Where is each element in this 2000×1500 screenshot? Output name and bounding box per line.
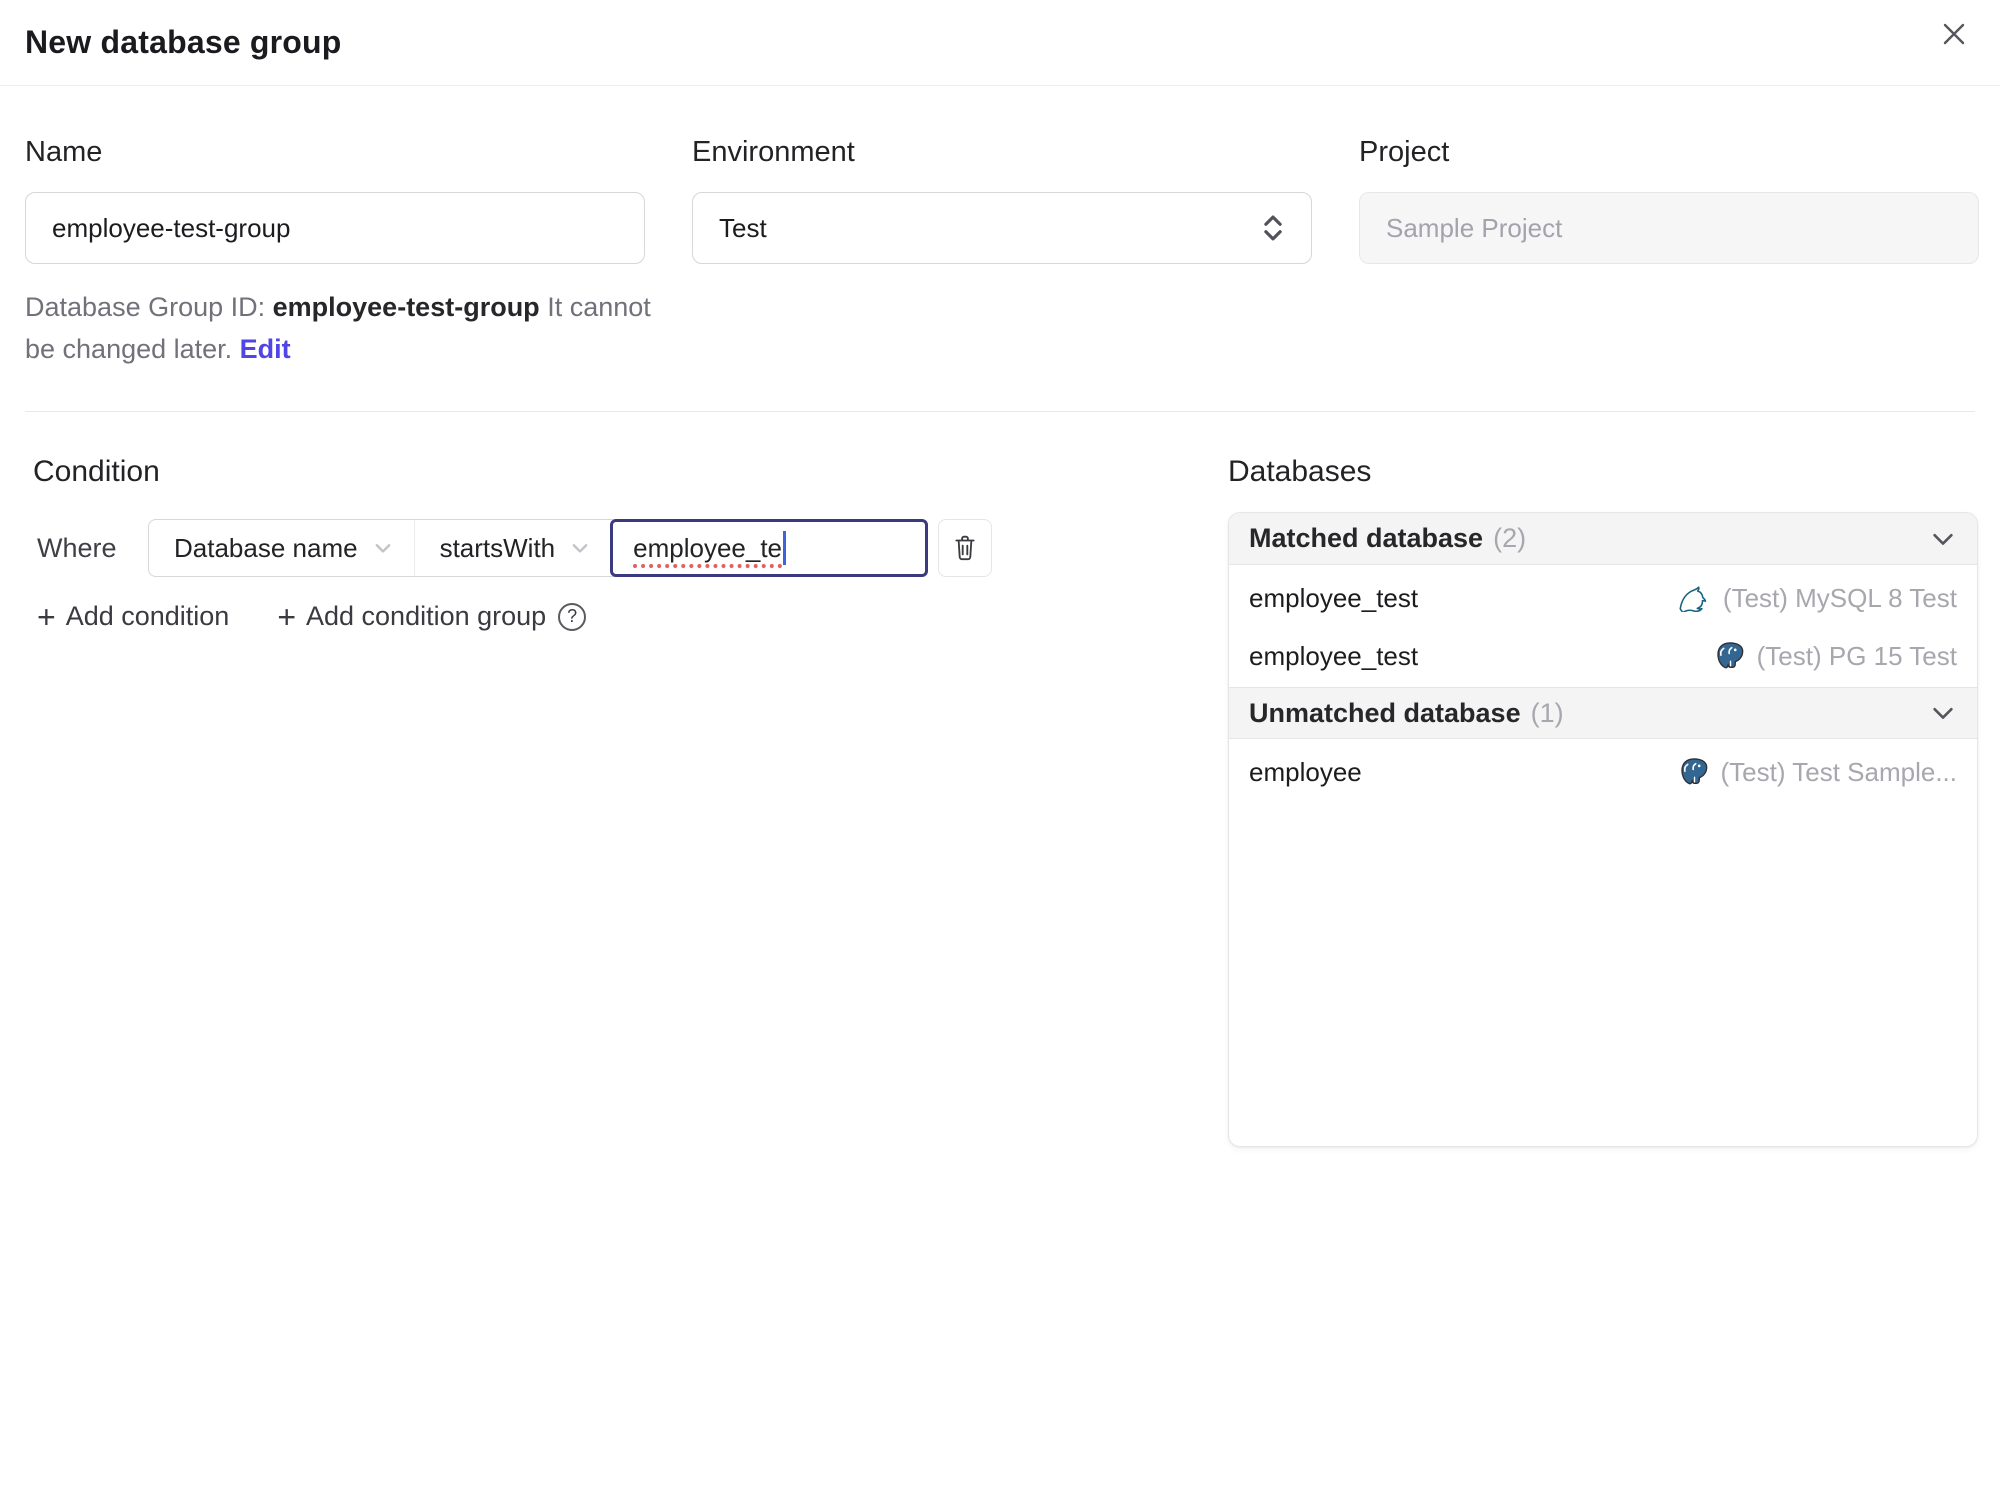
matched-database-header[interactable]: Matched database (2) — [1229, 513, 1977, 565]
database-row[interactable]: employee_test (Test) PG 15 Test — [1229, 627, 1977, 685]
chevron-down-icon — [569, 537, 591, 559]
chevron-down-icon — [1929, 699, 1957, 727]
section-divider — [25, 411, 1975, 412]
environment-value: Test — [719, 212, 767, 243]
factor-select[interactable]: Database name — [149, 520, 414, 576]
database-name: employee_test — [1249, 640, 1419, 671]
instance-label: (Test) MySQL 8 Test — [1722, 582, 1957, 613]
environment-label: Environment — [692, 136, 855, 168]
add-condition-button[interactable]: + Add condition — [37, 598, 230, 635]
name-label: Name — [25, 136, 103, 168]
instance-label: (Test) Test Sample... — [1720, 756, 1958, 787]
databases-panel: Matched database (2) employee_test (Test… — [1228, 512, 1978, 1147]
form-grid: Name Database Group ID: employee-test-gr… — [25, 133, 1979, 370]
postgres-icon — [1714, 640, 1746, 672]
instance-label: (Test) PG 15 Test — [1756, 640, 1957, 671]
updown-chevron-icon — [1261, 213, 1285, 243]
chevron-down-icon — [372, 537, 394, 559]
operator-select[interactable]: startsWith — [413, 520, 612, 576]
instance-info: (Test) PG 15 Test — [1714, 640, 1957, 672]
condition-row: Where Database name startsWith employee_… — [37, 519, 993, 577]
add-condition-group-button[interactable]: + Add condition group ? — [277, 598, 587, 635]
condition-value-input[interactable]: employee_te — [610, 519, 929, 577]
factor-value: Database name — [174, 532, 358, 563]
close-icon — [1936, 16, 1972, 52]
mysql-icon — [1676, 584, 1712, 612]
name-input-wrap — [25, 192, 645, 264]
close-button[interactable] — [1932, 12, 1976, 56]
project-input-disabled: Sample Project — [1359, 192, 1979, 264]
condition-value-text: employee_te — [633, 532, 783, 563]
name-input[interactable] — [52, 212, 618, 244]
plus-icon: + — [277, 598, 296, 635]
database-row[interactable]: employee (Test) Test Sample... — [1229, 743, 1977, 801]
instance-info: (Test) Test Sample... — [1678, 756, 1958, 788]
instance-info: (Test) MySQL 8 Test — [1676, 583, 1957, 614]
add-condition-label: Add condition — [65, 601, 230, 631]
add-condition-group-label: Add condition group — [306, 601, 547, 631]
postgres-icon — [1678, 756, 1710, 788]
project-label: Project — [1359, 136, 1450, 168]
plus-icon: + — [37, 598, 56, 635]
databases-heading: Databases — [1228, 455, 1372, 488]
database-name: employee — [1249, 756, 1362, 787]
where-label: Where — [37, 532, 117, 563]
unmatched-database-rows: employee (Test) Test Sample... — [1229, 739, 1977, 803]
matched-database-label: Matched database — [1249, 523, 1484, 553]
help-icon[interactable]: ? — [558, 602, 587, 631]
text-caret — [783, 531, 787, 565]
group-id-value: employee-test-group — [272, 292, 540, 322]
group-id-hint: Database Group ID: employee-test-group I… — [25, 286, 673, 370]
edit-id-link[interactable]: Edit — [240, 334, 291, 364]
condition-actions: + Add condition + Add condition group ? — [37, 598, 587, 635]
unmatched-database-count: (1) — [1530, 697, 1564, 728]
project-value: Sample Project — [1386, 212, 1563, 243]
environment-select[interactable]: Test — [692, 192, 1312, 264]
operator-value: startsWith — [439, 532, 556, 563]
matched-database-count: (2) — [1493, 523, 1527, 553]
dialog-title: New database group — [25, 24, 342, 60]
delete-condition-button[interactable] — [938, 519, 993, 577]
hint-prefix: Database Group ID: — [25, 292, 273, 322]
unmatched-database-label: Unmatched database — [1249, 697, 1521, 728]
new-database-group-dialog: New database group Name Database Group I… — [0, 0, 2000, 1500]
trash-icon — [951, 533, 979, 563]
database-row[interactable]: employee_test (Test) MySQL 8 Test — [1229, 569, 1977, 627]
condition-heading: Condition — [33, 455, 160, 488]
name-field-group: Name Database Group ID: employee-test-gr… — [25, 133, 651, 370]
condition-group: Database name startsWith employee_te — [148, 519, 929, 577]
project-field-group: Project Sample Project — [1359, 133, 1979, 370]
database-name: employee_test — [1249, 582, 1419, 613]
chevron-down-icon — [1929, 525, 1957, 553]
dialog-header: New database group — [0, 0, 2000, 86]
matched-database-rows: employee_test (Test) MySQL 8 Test employ… — [1229, 565, 1977, 687]
environment-field-group: Environment Test — [692, 133, 1312, 370]
unmatched-database-header[interactable]: Unmatched database (1) — [1229, 687, 1977, 739]
